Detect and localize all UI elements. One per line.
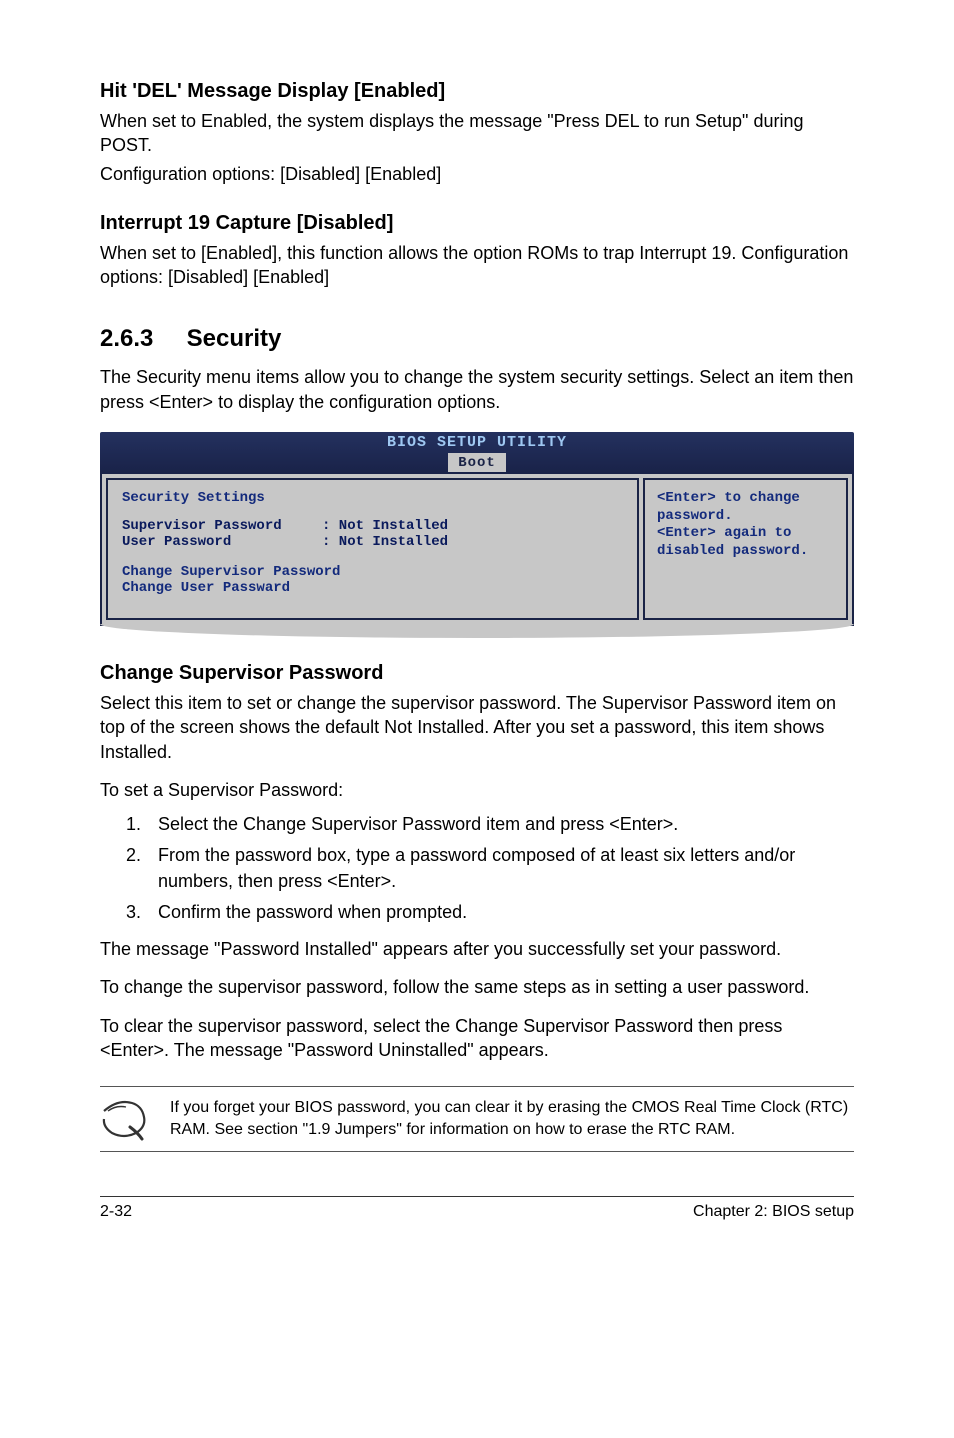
- bios-title-text: BIOS SETUP UTILITY: [100, 434, 854, 451]
- page-footer: 2-32 Chapter 2: BIOS setup: [100, 1196, 854, 1221]
- bios-label: User Password: [122, 534, 322, 550]
- bios-help-panel: <Enter> to change password. <Enter> agai…: [643, 478, 848, 620]
- footer-chapter: Chapter 2: BIOS setup: [693, 1203, 854, 1221]
- bios-bottom-curve: [100, 624, 854, 638]
- bios-left-panel: Security Settings Supervisor Password : …: [106, 478, 639, 620]
- heading-security-title: Security: [187, 325, 282, 352]
- text-csp-p3: The message "Password Installed" appears…: [100, 937, 854, 961]
- text-interrupt-19-desc: When set to [Enabled], this function all…: [100, 241, 854, 290]
- bios-label: Supervisor Password: [122, 518, 322, 534]
- bios-active-tab: Boot: [448, 453, 506, 472]
- step-item: Confirm the password when prompted.: [146, 900, 854, 925]
- bios-body: Security Settings Supervisor Password : …: [100, 474, 854, 626]
- bios-action-change-user: Change User Passward: [122, 580, 623, 596]
- step-item: Select the Change Supervisor Password it…: [146, 812, 854, 837]
- note-text: If you forget your BIOS password, you ca…: [170, 1097, 854, 1140]
- bios-row-supervisor: Supervisor Password : Not Installed: [122, 518, 623, 534]
- heading-change-supervisor-password: Change Supervisor Password: [100, 662, 854, 685]
- heading-interrupt-19: Interrupt 19 Capture [Disabled]: [100, 212, 854, 235]
- bios-value: : Not Installed: [322, 534, 623, 550]
- bios-row-user: User Password : Not Installed: [122, 534, 623, 550]
- note-box: If you forget your BIOS password, you ca…: [100, 1086, 854, 1152]
- note-icon: [100, 1097, 148, 1141]
- text-hit-del-options: Configuration options: [Disabled] [Enabl…: [100, 162, 854, 186]
- bios-action-change-supervisor: Change Supervisor Password: [122, 564, 623, 580]
- heading-hit-del: Hit 'DEL' Message Display [Enabled]: [100, 80, 854, 103]
- text-security-intro: The Security menu items allow you to cha…: [100, 365, 854, 414]
- bios-help-text: <Enter> to change password. <Enter> agai…: [657, 490, 834, 560]
- text-csp-p5: To clear the supervisor password, select…: [100, 1014, 854, 1063]
- bios-panel-heading: Security Settings: [122, 490, 623, 506]
- heading-security: 2.6.3 Security: [100, 325, 854, 353]
- bios-screenshot: BIOS SETUP UTILITY Boot Security Setting…: [100, 432, 854, 638]
- text-csp-p1: Select this item to set or change the su…: [100, 691, 854, 764]
- text-csp-p4: To change the supervisor password, follo…: [100, 975, 854, 999]
- text-csp-p2: To set a Supervisor Password:: [100, 778, 854, 802]
- text-hit-del-desc: When set to Enabled, the system displays…: [100, 109, 854, 158]
- footer-page-number: 2-32: [100, 1203, 132, 1221]
- steps-list: Select the Change Supervisor Password it…: [146, 812, 854, 925]
- step-item: From the password box, type a password c…: [146, 843, 854, 893]
- bios-value: : Not Installed: [322, 518, 623, 534]
- bios-titlebar: BIOS SETUP UTILITY Boot: [100, 432, 854, 474]
- heading-security-num: 2.6.3: [100, 325, 180, 353]
